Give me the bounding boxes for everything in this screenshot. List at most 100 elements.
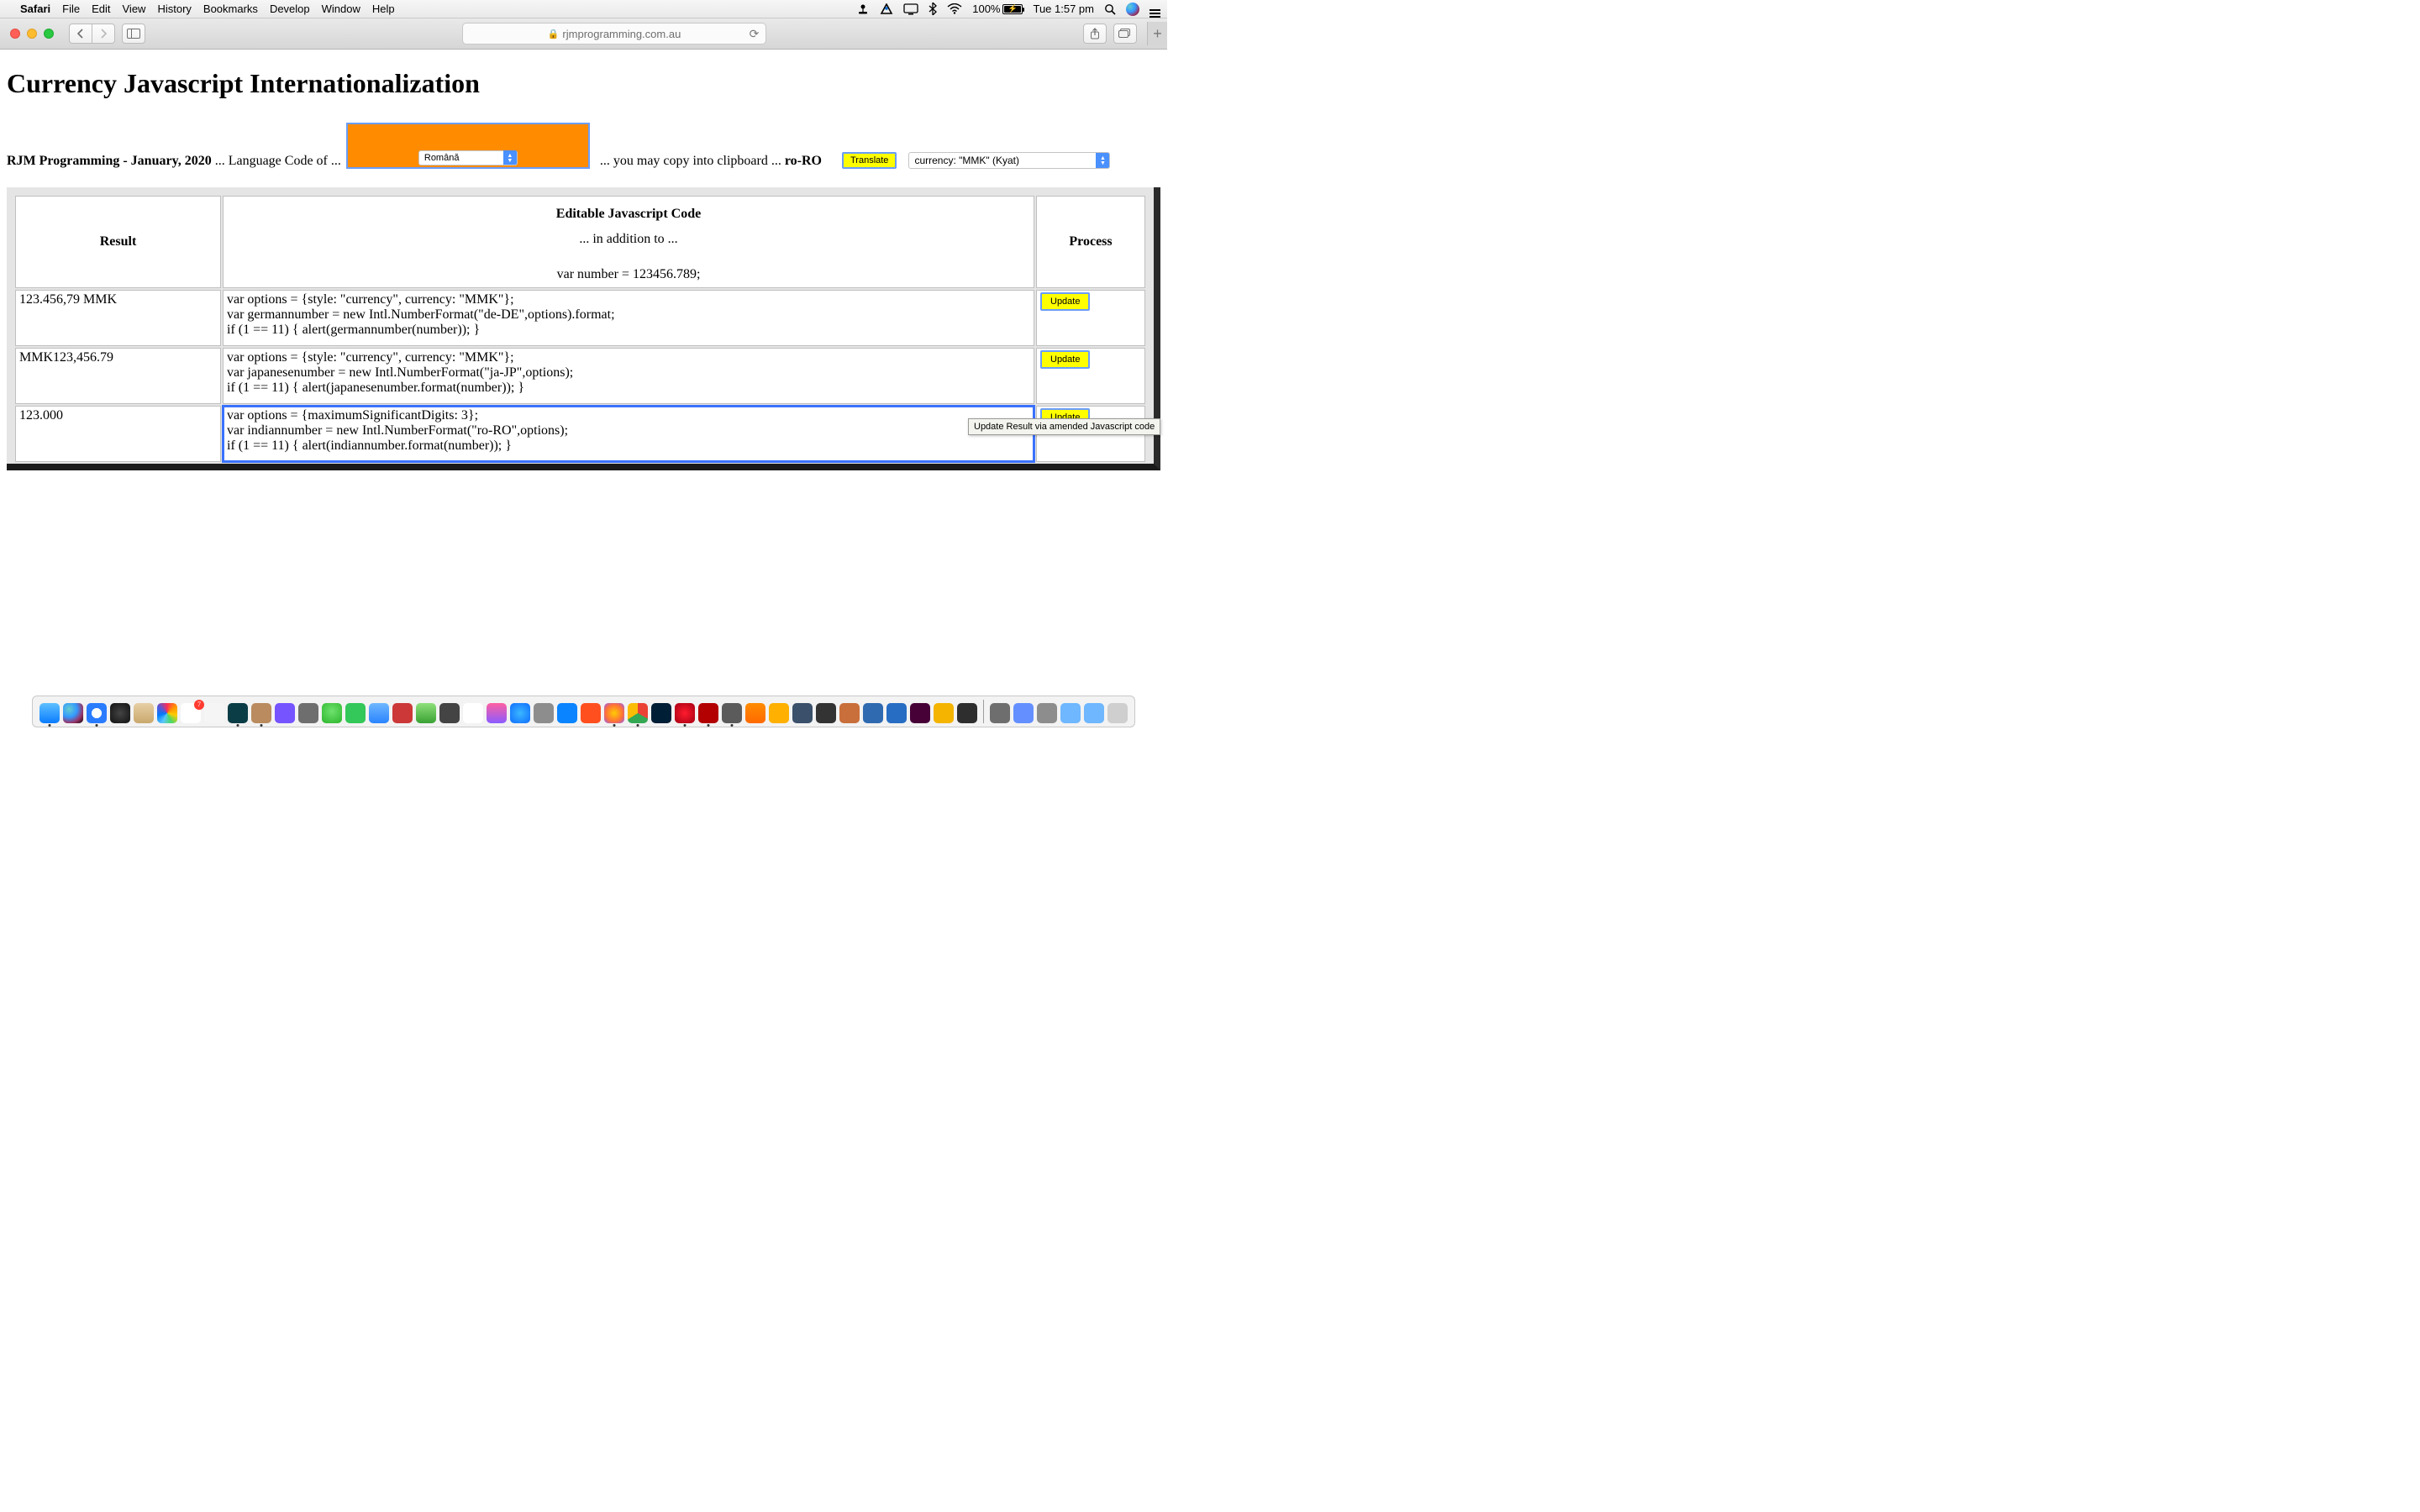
dock-app-bird[interactable]	[792, 703, 813, 723]
translate-button[interactable]: Translate	[842, 152, 897, 169]
update-tooltip: Update Result via amended Javascript cod…	[968, 418, 1160, 435]
menu-edit[interactable]: Edit	[92, 3, 110, 15]
dock-app-recent2[interactable]	[1013, 703, 1034, 723]
code-textarea[interactable]	[227, 408, 1030, 455]
dock-app-audacity[interactable]	[769, 703, 789, 723]
dock-app-mamp2[interactable]	[722, 703, 742, 723]
close-window-button[interactable]	[10, 29, 20, 39]
update-button[interactable]: Update	[1040, 350, 1090, 369]
dock-app-contacts[interactable]	[134, 703, 154, 723]
dock-app-folder1[interactable]	[1060, 703, 1081, 723]
dock-app-shell[interactable]	[934, 703, 954, 723]
table-header-row: Result Editable Javascript Code ... in a…	[15, 196, 1145, 288]
menu-develop[interactable]: Develop	[270, 3, 310, 15]
dock-app-paintbrush[interactable]	[204, 703, 224, 723]
dock-app-gimp[interactable]	[251, 703, 271, 723]
dock-app-dashlane[interactable]	[228, 703, 248, 723]
dock-app-messages[interactable]	[322, 703, 342, 723]
language-highlight-box: Română ▲▼	[346, 123, 590, 169]
menu-help[interactable]: Help	[372, 3, 395, 15]
minimize-window-button[interactable]	[27, 29, 37, 39]
code-cell	[223, 290, 1034, 346]
dock-app-brave[interactable]	[581, 703, 601, 723]
statusicon-malware-icon[interactable]	[880, 3, 893, 15]
dock-app-flags[interactable]	[957, 703, 977, 723]
menu-window[interactable]: Window	[322, 3, 360, 15]
dock-app-appstore[interactable]	[510, 703, 530, 723]
dock-app-app1[interactable]	[275, 703, 295, 723]
dock-app-cat[interactable]	[816, 703, 836, 723]
menu-history[interactable]: History	[157, 3, 191, 15]
dock-app-chrome[interactable]	[628, 703, 648, 723]
controls-row: RJM Programming - January, 2020 ... Lang…	[7, 123, 1160, 169]
dock-app-firefox[interactable]	[604, 703, 624, 723]
reload-icon[interactable]: ⟳	[750, 27, 760, 41]
dock-app-downloads[interactable]	[1037, 703, 1057, 723]
menu-bookmarks[interactable]: Bookmarks	[203, 3, 258, 15]
show-tabs-button[interactable]	[1113, 24, 1137, 44]
page-content: Currency Javascript Internationalization…	[0, 50, 1167, 470]
menu-view[interactable]: View	[123, 3, 146, 15]
statusicon-bluetooth-icon[interactable]	[929, 3, 937, 15]
url-host: rjmprogramming.com.au	[562, 28, 681, 40]
dock-app-opera[interactable]	[675, 703, 695, 723]
dock-app-puppet[interactable]	[839, 703, 860, 723]
dock-app-siri[interactable]	[63, 703, 83, 723]
dock-app-recent1[interactable]	[990, 703, 1010, 723]
statusicon-notifications-icon[interactable]	[1150, 1, 1160, 18]
menubar-clock[interactable]: Tue 1:57 pm	[1033, 3, 1094, 15]
dock-app-photos[interactable]	[157, 703, 177, 723]
dock-app-cloud[interactable]	[369, 703, 389, 723]
dock-app-npm[interactable]	[392, 703, 413, 723]
dock-app-music[interactable]	[487, 703, 507, 723]
address-bar[interactable]: 🔒 rjmprogramming.com.au ⟳	[462, 23, 767, 45]
dock-app-prohibit[interactable]	[463, 703, 483, 723]
dock-app-calendar[interactable]: 7	[181, 703, 201, 723]
statusicon-joystick-icon[interactable]	[856, 3, 870, 15]
zoom-window-button[interactable]	[44, 29, 54, 39]
page-title: Currency Javascript Internationalization	[7, 68, 1160, 99]
dock-app-trash[interactable]	[1107, 703, 1128, 723]
dock-app-xd[interactable]	[910, 703, 930, 723]
new-tab-button[interactable]: +	[1147, 22, 1167, 45]
statusicon-spotlight-icon[interactable]	[1104, 3, 1116, 15]
statusicon-battery[interactable]: 100% ⚡	[972, 3, 1023, 15]
sidebar-button[interactable]	[122, 24, 145, 44]
dock-app-vlc[interactable]	[745, 703, 765, 723]
locale-code: ro-RO	[785, 154, 822, 168]
dock-app-numbers[interactable]	[416, 703, 436, 723]
dock-app-xcode[interactable]	[557, 703, 577, 723]
currency-select[interactable]: currency: "MMK" (Kyat)	[908, 152, 1110, 169]
currency-select-wrap: currency: "MMK" (Kyat) ▲▼	[908, 152, 1110, 169]
statusicon-display-icon[interactable]	[903, 3, 918, 15]
share-button[interactable]	[1083, 24, 1107, 44]
language-select[interactable]: Română	[418, 150, 518, 165]
dock-app-mamp[interactable]	[439, 703, 460, 723]
dock-app-filezilla[interactable]	[698, 703, 718, 723]
dock-wrap: 7	[0, 696, 1167, 729]
dock-app-app2[interactable]	[298, 703, 318, 723]
dock-app-rstudio[interactable]	[863, 703, 883, 723]
dock-app-dashboard[interactable]	[110, 703, 130, 723]
statusicon-wifi-icon[interactable]	[947, 3, 962, 14]
dock-app-folder2[interactable]	[1084, 703, 1104, 723]
dock-app-line[interactable]	[345, 703, 366, 723]
back-button[interactable]	[69, 24, 92, 44]
statusicon-siri-icon[interactable]	[1126, 3, 1139, 16]
code-textarea[interactable]	[227, 292, 1030, 339]
dock-app-photoshop[interactable]	[651, 703, 671, 723]
dock-app-safari[interactable]	[87, 703, 107, 723]
code-cell	[223, 348, 1034, 404]
dock-app-finder[interactable]	[39, 703, 60, 723]
table-row: MMK123,456.79 Update	[15, 348, 1145, 404]
menubar-app-name[interactable]: Safari	[20, 3, 50, 15]
dock-app-preferences[interactable]	[534, 703, 554, 723]
code-textarea[interactable]	[227, 350, 1030, 397]
dock-app-r[interactable]	[886, 703, 907, 723]
forward-button[interactable]	[92, 24, 115, 44]
macos-menubar: Safari File Edit View History Bookmarks …	[0, 0, 1167, 18]
update-button[interactable]: Update	[1040, 292, 1090, 311]
result-cell: 123.456,79 MMK	[15, 290, 221, 346]
menu-file[interactable]: File	[62, 3, 80, 15]
dock-separator	[983, 700, 984, 723]
